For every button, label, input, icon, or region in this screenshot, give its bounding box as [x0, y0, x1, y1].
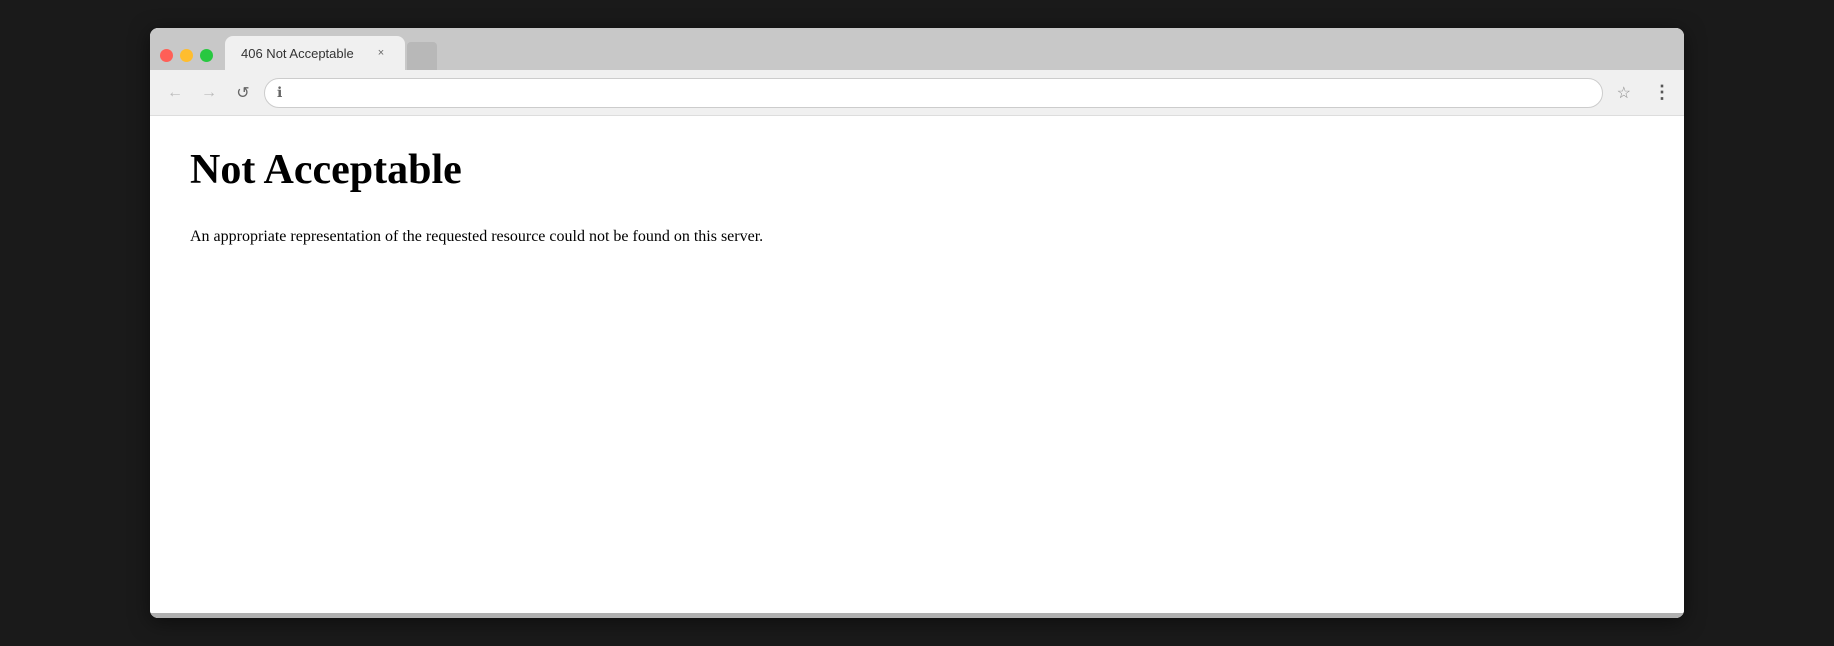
tab-title: 406 Not Acceptable	[241, 46, 354, 61]
page-content: Not Acceptable An appropriate representa…	[150, 116, 1684, 613]
window-controls	[160, 49, 213, 62]
bottom-bar	[150, 613, 1684, 618]
minimize-button[interactable]	[180, 49, 193, 62]
forward-button[interactable]: →	[196, 80, 222, 106]
bookmark-button[interactable]: ☆	[1611, 81, 1637, 105]
menu-icon: ⋮	[1653, 82, 1672, 102]
tab-close-button[interactable]: ×	[373, 45, 389, 61]
reload-icon: ↺	[236, 83, 249, 103]
star-icon: ☆	[1617, 85, 1631, 102]
maximize-button[interactable]	[200, 49, 213, 62]
error-heading: Not Acceptable	[190, 146, 1644, 194]
url-bar[interactable]: ℹ	[264, 78, 1603, 108]
back-button[interactable]: ←	[162, 80, 188, 106]
active-tab[interactable]: 406 Not Acceptable ×	[225, 36, 405, 70]
info-icon: ℹ	[277, 84, 282, 101]
browser-window: 406 Not Acceptable × ← → ↺ ℹ ☆ ⋮ Not Acc…	[150, 28, 1684, 618]
title-bar: 406 Not Acceptable ×	[150, 28, 1684, 70]
address-bar: ← → ↺ ℹ ☆ ⋮	[150, 70, 1684, 116]
tabs-area: 406 Not Acceptable ×	[225, 36, 1674, 70]
reload-button[interactable]: ↺	[230, 80, 256, 106]
close-button[interactable]	[160, 49, 173, 62]
back-icon: ←	[167, 84, 183, 102]
menu-button[interactable]: ⋮	[1653, 82, 1672, 103]
error-description: An appropriate representation of the req…	[190, 224, 1644, 250]
new-tab-button[interactable]	[407, 42, 437, 70]
forward-icon: →	[201, 84, 217, 102]
